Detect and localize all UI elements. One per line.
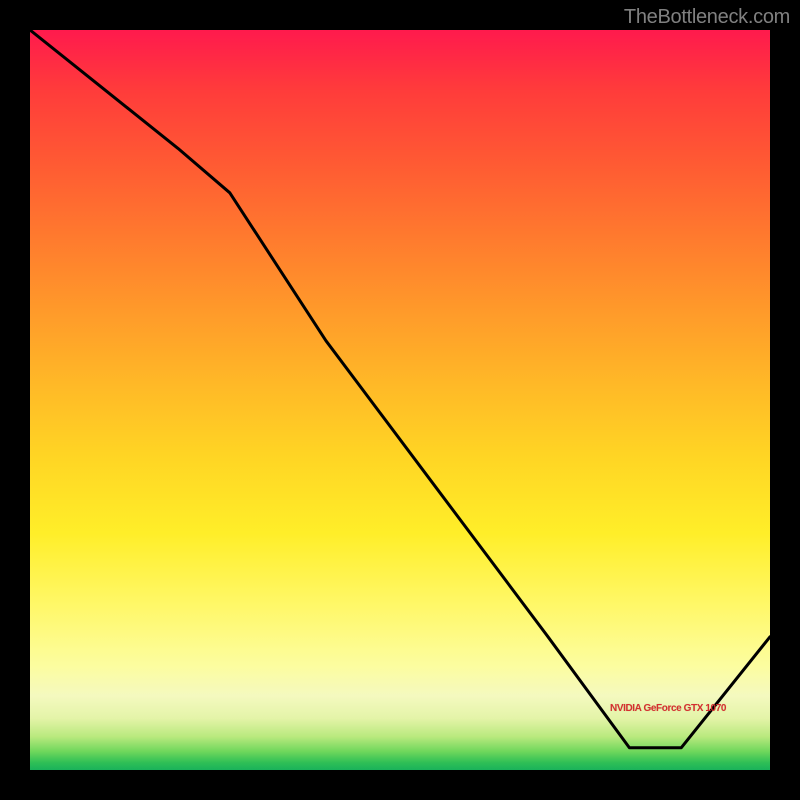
chart-stage: TheBottleneck.com NVIDIA GeForce GTX 107… — [0, 0, 800, 800]
gpu-annotation: NVIDIA GeForce GTX 1070 — [610, 703, 726, 714]
bottleneck-line — [30, 30, 770, 748]
plot-area — [30, 30, 770, 770]
chart-svg — [30, 30, 770, 770]
watermark-text: TheBottleneck.com — [624, 6, 790, 29]
